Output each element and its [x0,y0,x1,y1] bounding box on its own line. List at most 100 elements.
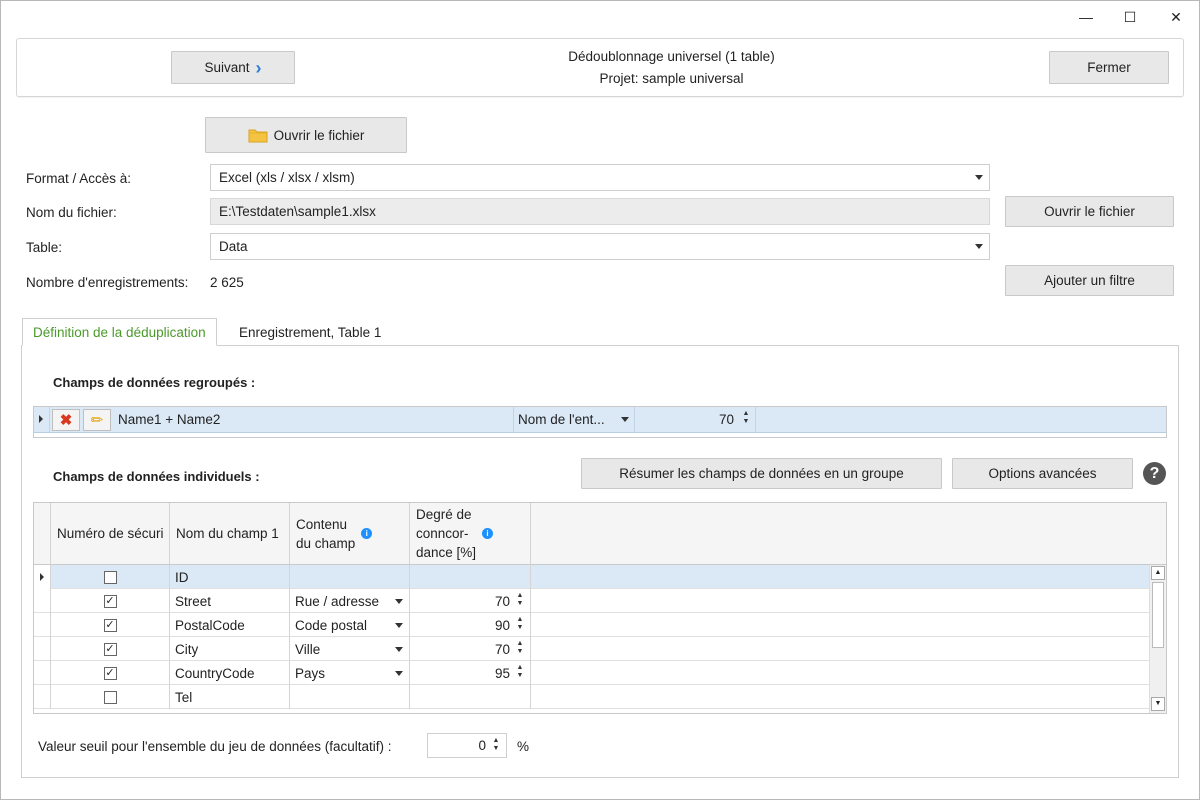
header-label: Contenu [296,516,348,532]
table-row[interactable]: ✓ Street Rue / adresse 70 ▲ ▼ [34,589,1150,613]
delete-group-button[interactable]: ✖ [52,409,80,431]
checkbox-cell[interactable]: ✓ [51,661,170,685]
row-indicator [34,661,51,685]
filename-field[interactable]: E:\Testdaten\sample1.xlsx [210,198,990,225]
content-select[interactable]: Pays [290,661,410,685]
spinner-arrows-icon[interactable]: ▲ ▼ [491,737,501,753]
open-file-top-button[interactable]: Ouvrir le fichier [205,117,407,153]
info-icon[interactable]: i [482,528,494,539]
table-row[interactable]: Tel [34,685,1150,709]
content-select[interactable]: Rue / adresse [290,589,410,613]
checkbox-cell[interactable]: ✓ [51,589,170,613]
group-degree-value[interactable]: 70 [674,412,734,427]
tab-label: Définition de la déduplication [33,324,206,340]
degree-spinner[interactable]: 90 ▲ ▼ [410,613,531,637]
row-indicator [34,565,51,589]
row-indicator-icon [39,415,43,423]
scroll-thumb[interactable] [1152,582,1164,648]
table-select[interactable]: Data [210,233,990,260]
next-label: Suivant [204,60,250,75]
header-panel: Suivant › Dédoublonnage universel (1 tab… [16,38,1184,97]
content-select[interactable]: Code postal [290,613,410,637]
close-button[interactable]: Fermer [1049,51,1169,84]
row-indicator [34,613,51,637]
fieldname-cell: ID [170,565,290,589]
project-name: Projet: sample universal [599,71,744,86]
col-header-fieldname[interactable]: Nom du champ 1 [170,503,290,565]
col-header-content[interactable]: Contenu du champ i [290,503,410,565]
checkbox-cell[interactable] [51,685,170,709]
fieldname-cell: Street [170,589,290,613]
minimize-button[interactable]: — [1063,6,1109,28]
degree-spinner[interactable]: 70 ▲ ▼ [410,637,531,661]
spinner-arrows-icon[interactable]: ▲ ▼ [515,640,525,656]
checkbox[interactable]: ✓ [103,642,117,656]
checkbox[interactable]: ✓ [103,594,117,608]
spinner-arrows-icon[interactable]: ▲ ▼ [515,592,525,608]
folder-icon [248,129,268,143]
summarize-group-button[interactable]: Résumer les champs de données en un grou… [581,458,942,489]
next-button[interactable]: Suivant › [171,51,295,84]
add-filter-button[interactable]: Ajouter un filtre [1005,265,1174,296]
degree-spinner[interactable]: 95 ▲ ▼ [410,661,531,685]
header-label: conncor- [416,526,469,541]
content-cell[interactable] [290,565,410,589]
close-window-button[interactable]: ✕ [1153,6,1199,28]
row-indicator [34,685,51,709]
spinner-arrows-icon[interactable]: ▲ ▼ [515,664,525,680]
chevron-down-icon [975,244,983,249]
threshold-unit: % [517,739,530,754]
format-value: Excel (xls / xlsx / xlsm) [219,170,355,185]
chevron-down-icon [975,175,983,180]
checkbox[interactable]: ✓ [103,618,117,632]
spinner-arrows-icon[interactable]: ▲ ▼ [515,616,525,632]
individual-fields-title: Champs de données individuels : [53,469,260,484]
tab-deduplication-definition[interactable]: Définition de la déduplication [22,318,217,346]
open-file-button[interactable]: Ouvrir le fichier [1005,196,1174,227]
degree-cell[interactable] [410,685,531,709]
table-row[interactable]: ✓ PostalCode Code postal 90 ▲ ▼ [34,613,1150,637]
checkbox-cell[interactable]: ✓ [51,637,170,661]
checkbox-cell[interactable]: ✓ [51,613,170,637]
col-header-empty [531,503,1166,565]
checkbox[interactable] [103,570,117,584]
format-label: Format / Accès à: [26,171,132,186]
group-content-select[interactable]: Nom de l'ent... [518,412,605,427]
content-select[interactable]: Ville [290,637,410,661]
chevron-right-icon: › [255,57,262,78]
checkbox[interactable] [103,690,117,704]
row-indicator [34,637,51,661]
threshold-input[interactable]: 0 ▲ ▼ [427,733,507,758]
scroll-down-icon[interactable]: ▼ [1151,697,1165,711]
chevron-down-icon [395,623,403,628]
fieldname-cell: City [170,637,290,661]
individual-fields-grid: Numéro de sécuri Nom du champ 1 Contenu … [33,502,1167,714]
col-header-security[interactable]: Numéro de sécuri [51,503,170,565]
table-row[interactable]: ✓ CountryCode Pays 95 ▲ ▼ [34,661,1150,685]
advanced-options-button[interactable]: Options avancées [952,458,1133,489]
info-icon[interactable]: i [361,528,373,539]
edit-group-button[interactable]: ✏ [83,409,111,431]
spinner-arrows-icon[interactable]: ▲ ▼ [741,410,751,426]
table-row[interactable]: ID [34,565,1150,589]
content-cell[interactable] [290,685,410,709]
format-select[interactable]: Excel (xls / xlsx / xlsm) [210,164,990,191]
tab-record-table1[interactable]: Enregistrement, Table 1 [229,318,391,346]
degree-cell[interactable] [410,565,531,589]
grouped-fields-grid: ✖ ✏ Name1 + Name2 Nom de l'ent... 70 ▲ ▼ [33,406,1167,438]
col-header-degree[interactable]: Degré de conncor- dance [%] i [410,503,531,565]
scroll-up-icon[interactable]: ▲ [1151,566,1165,580]
help-icon[interactable]: ? [1143,462,1166,485]
grouped-row[interactable]: ✖ ✏ Name1 + Name2 Nom de l'ent... 70 ▲ ▼ [34,407,1166,433]
record-count-label: Nombre d'enregistrements: [26,275,189,290]
checkbox[interactable]: ✓ [103,666,117,680]
maximize-button[interactable]: ☐ [1107,6,1153,28]
chevron-down-icon [621,417,629,422]
row-indicator-icon [40,573,44,581]
checkbox-cell[interactable] [51,565,170,589]
degree-spinner[interactable]: 70 ▲ ▼ [410,589,531,613]
table-row[interactable]: ✓ City Ville 70 ▲ ▼ [34,637,1150,661]
chevron-down-icon [395,671,403,676]
header-label: Numéro de sécuri [57,526,164,541]
vertical-scrollbar[interactable]: ▲ ▼ [1149,565,1166,713]
